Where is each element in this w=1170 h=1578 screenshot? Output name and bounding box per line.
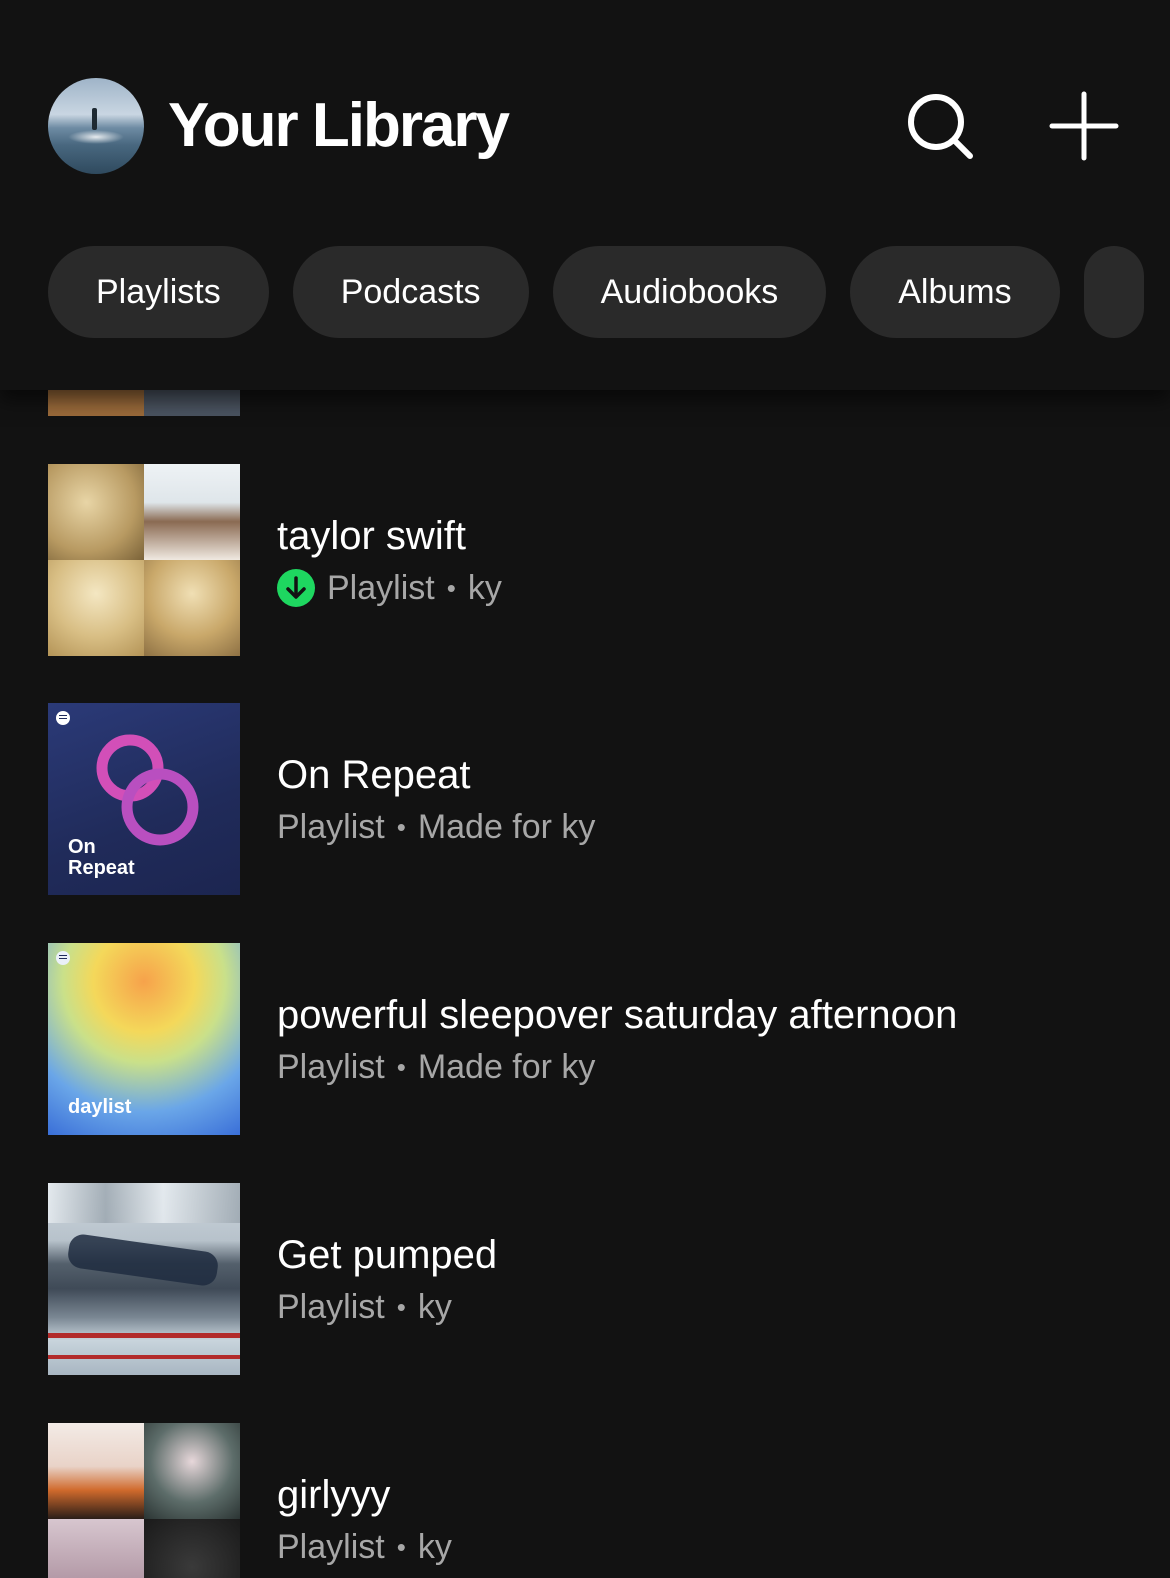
playlist-cover: On Repeat: [48, 703, 240, 895]
item-title: On Repeat: [277, 753, 471, 797]
item-info: powerful sleepover saturday afternoon Pl…: [277, 989, 957, 1093]
list-item[interactable]: girlyyy Playlist • ky: [0, 1423, 1170, 1578]
filter-audiobooks[interactable]: Audiobooks: [552, 246, 827, 338]
item-owner: ky: [417, 1528, 452, 1566]
plus-icon: [1049, 91, 1119, 161]
filter-albums[interactable]: Albums: [850, 246, 1060, 338]
item-info: Get pumped Playlist • ky: [277, 1229, 497, 1333]
filter-more[interactable]: [1083, 246, 1144, 338]
separator-dot: •: [396, 1052, 406, 1082]
list-item[interactable]: On Repeat On Repeat Playlist • Made for …: [0, 703, 1170, 895]
playlist-cover: daylist: [48, 943, 240, 1135]
item-type: Playlist: [277, 1288, 385, 1326]
avatar[interactable]: [48, 78, 144, 174]
item-type: Playlist: [277, 1048, 385, 1086]
item-info: On Repeat Playlist • Made for ky: [277, 749, 595, 853]
list-item[interactable]: taylor swift Playlist • ky: [0, 464, 1170, 656]
item-subtitle: Playlist • ky: [277, 1281, 497, 1333]
item-subtitle: Playlist • ky: [277, 562, 502, 614]
playlist-cover: [48, 1183, 240, 1375]
filter-podcasts[interactable]: Podcasts: [292, 246, 529, 338]
library-header: Your Library Playlists Podcasts Audioboo…: [0, 0, 1170, 390]
item-type: Playlist: [277, 1528, 385, 1566]
list-item[interactable]: daylist powerful sleepover saturday afte…: [0, 943, 1170, 1135]
item-type: Playlist: [277, 808, 385, 846]
item-title: Get pumped: [277, 1233, 498, 1277]
cover-label-repeat: Repeat: [68, 857, 135, 879]
list-item[interactable]: Get pumped Playlist • ky: [0, 1183, 1170, 1375]
separator-dot: •: [446, 573, 456, 603]
item-info: taylor swift Playlist • ky: [277, 510, 502, 614]
search-icon: [908, 94, 973, 159]
create-button[interactable]: [1048, 90, 1120, 162]
cover-label-on: On: [68, 836, 96, 858]
item-owner: ky: [467, 569, 502, 607]
downloaded-icon: [277, 569, 315, 607]
item-owner: Made for ky: [417, 808, 596, 846]
filter-playlists[interactable]: Playlists: [48, 246, 269, 338]
spotify-logo-icon: [56, 951, 70, 965]
item-title: taylor swift: [277, 514, 466, 558]
separator-dot: •: [396, 1292, 406, 1322]
search-button[interactable]: [906, 90, 978, 162]
separator-dot: •: [396, 1532, 406, 1562]
item-subtitle: Playlist • Made for ky: [277, 1041, 957, 1093]
playlist-cover: [48, 464, 240, 656]
item-type: Playlist: [327, 569, 435, 607]
item-info: girlyyy Playlist • ky: [277, 1469, 452, 1573]
filter-chips: Playlists Podcasts Audiobooks Albums: [48, 246, 1144, 338]
item-title: girlyyy: [277, 1473, 391, 1517]
item-owner: ky: [417, 1288, 452, 1326]
item-subtitle: Playlist • ky: [277, 1521, 452, 1573]
separator-dot: •: [396, 812, 406, 842]
cover-label: daylist: [68, 1096, 132, 1118]
library-screen: Your Library Playlists Podcasts Audioboo…: [0, 0, 1170, 1578]
item-title: powerful sleepover saturday afternoon: [277, 993, 958, 1037]
item-owner: Made for ky: [417, 1048, 596, 1086]
page-title: Your Library: [168, 91, 510, 160]
playlist-cover: [48, 1423, 240, 1578]
item-subtitle: Playlist • Made for ky: [277, 801, 595, 853]
